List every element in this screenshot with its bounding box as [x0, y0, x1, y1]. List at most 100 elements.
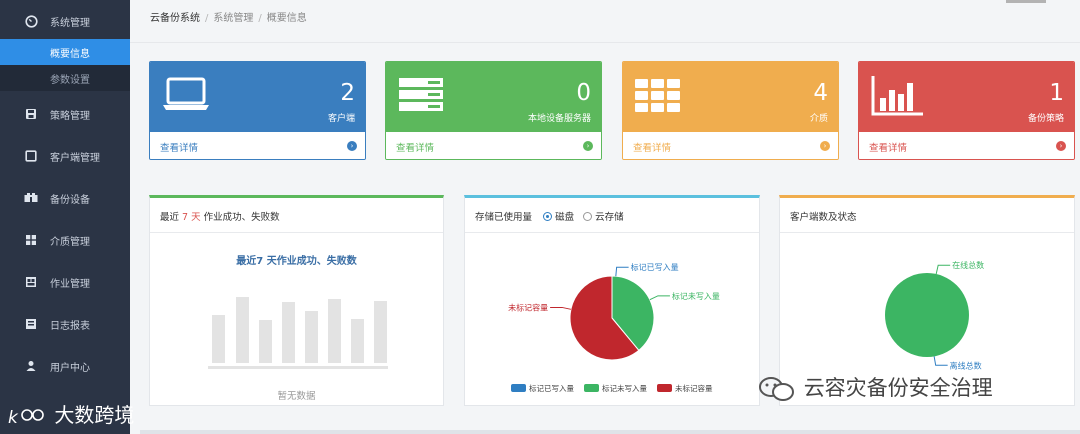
storage-pie-chart: 标记已写入量标记未写入量未标记容量标记已写入量 标记未写入量 未标记容量 — [508, 262, 720, 393]
sidebar-item-system[interactable]: 系统管理 — [0, 0, 130, 42]
panel-storage-usage: 存储已使用量 磁盘 云存储 标记已写入量 标记未写入量 未标记容量 标记已写入量 标记未… — [464, 195, 760, 406]
sidebar-item-backup-devices[interactable]: 备份设备 — [0, 177, 130, 219]
stat-card-policies[interactable]: 1 备份策略 查看详情 › — [858, 61, 1075, 160]
sidebar-subitem-overview[interactable]: 概要信息 — [0, 39, 130, 65]
view-details-link[interactable]: 查看详情 — [869, 140, 907, 154]
card-footer[interactable]: 查看详情 › — [623, 132, 838, 159]
view-details-link[interactable]: 查看详情 — [396, 140, 434, 154]
dashboard-icon — [24, 14, 38, 28]
arrow-right-icon: › — [1056, 141, 1066, 151]
card-footer[interactable]: 查看详情 › — [386, 132, 601, 159]
pie-label: 离线总数 — [950, 360, 982, 370]
panel-recent-jobs: 最近 7 天 作业成功、失败数 最近7 天作业成功、失败数 暂无数据 — [149, 195, 444, 406]
radio-cloud-label[interactable]: 云存储 — [595, 212, 624, 223]
sidebar-item-clients[interactable]: 客户端管理 — [0, 135, 130, 177]
breadcrumb: 云备份系统 / 系统管理 / 概要信息 — [150, 13, 307, 24]
card-footer[interactable]: 查看详情 › — [150, 132, 365, 159]
radio-disk[interactable] — [543, 212, 553, 221]
panel-title: 最近 7 天 作业成功、失败数 — [160, 212, 280, 223]
view-details-link[interactable]: 查看详情 — [633, 140, 671, 154]
radio-disk-label[interactable]: 磁盘 — [555, 212, 574, 223]
sidebar-item-label: 备份设备 — [50, 194, 90, 206]
legend-label[interactable]: 标记已写入量 — [529, 383, 574, 393]
view-details-link[interactable]: 查看详情 — [160, 140, 198, 154]
legend-label[interactable]: 未标记容量 — [675, 383, 713, 393]
logo-icon: k — [8, 408, 44, 428]
watermark-left-text: 大数跨境 — [54, 403, 135, 427]
wechat-icon — [759, 377, 794, 401]
stat-card-servers[interactable]: 0 本地设备服务器 查看详情 › — [385, 61, 602, 160]
server-icon — [399, 78, 443, 111]
sidebar-item-label: 日志报表 — [50, 320, 90, 332]
radio-cloud[interactable] — [583, 212, 593, 221]
sidebar-subitem-label: 参数设置 — [50, 74, 90, 86]
card-caption: 介质 — [809, 114, 828, 124]
breadcrumb-section[interactable]: 系统管理 — [213, 13, 253, 24]
card-caption: 本地设备服务器 — [527, 114, 591, 124]
legend-label[interactable]: 标记未写入量 — [602, 383, 647, 393]
days-highlight: 7 天 — [182, 212, 201, 223]
legend-swatch[interactable] — [511, 384, 526, 392]
empty-text: 暂无数据 — [277, 391, 316, 402]
arrow-right-icon: › — [820, 141, 830, 151]
laptop-icon — [163, 77, 209, 110]
label-leader-line — [615, 266, 629, 277]
sidebar-item-jobs[interactable]: 作业管理 — [0, 261, 130, 303]
card-count: 2 — [340, 80, 355, 106]
card-footer[interactable]: 查看详情 › — [859, 132, 1074, 159]
watermark-right-text: 云容灾备份安全治理 — [803, 376, 993, 400]
card-count: 4 — [813, 80, 828, 106]
label-leader-line — [550, 306, 572, 310]
sidebar-subitem-label: 概要信息 — [50, 48, 90, 60]
monitor-icon — [24, 149, 38, 163]
sidebar-item-label: 用户中心 — [50, 362, 90, 374]
barchart-icon — [871, 76, 923, 116]
stat-card-clients[interactable]: 2 客户端 查看详情 › — [149, 61, 366, 160]
legend-swatch[interactable] — [584, 384, 599, 392]
sidebar-item-users[interactable]: 用户中心 — [0, 345, 130, 387]
app-root: 系统管理 概要信息 参数设置 策略管理 客户端管理 备份设备 介质管理 作业管理… — [0, 0, 1080, 434]
pie-slice[interactable] — [885, 273, 969, 357]
user-icon — [24, 359, 38, 373]
svg-text:k: k — [8, 408, 19, 428]
sidebar-item-media[interactable]: 介质管理 — [0, 219, 130, 261]
sidebar-item-logs[interactable]: 日志报表 — [0, 303, 130, 345]
pie-label: 未标记容量 — [508, 302, 548, 312]
empty-bar-placeholder — [208, 297, 388, 369]
bottom-scroll-bar — [140, 430, 1080, 434]
sidebar-item-label: 客户端管理 — [50, 152, 100, 164]
arrow-right-icon: › — [583, 141, 593, 151]
floppy-icon — [24, 107, 38, 121]
pie-label: 标记已写入量 — [631, 262, 679, 272]
sidebar-item-policy[interactable]: 策略管理 — [0, 93, 130, 135]
legend-swatch[interactable] — [657, 384, 672, 392]
panel-title: 客户端数及状态 — [790, 212, 857, 223]
label-leader-line — [649, 295, 670, 301]
grid-icon — [24, 233, 38, 247]
sidebar-subitem-params[interactable]: 参数设置 — [0, 65, 130, 91]
card-band: 4 介质 — [623, 62, 838, 132]
calendar-icon — [24, 275, 38, 289]
pie-label: 标记未写入量 — [672, 291, 720, 301]
top-scroll-indicator — [1006, 0, 1046, 3]
breadcrumb-root[interactable]: 云备份系统 — [150, 13, 200, 24]
card-count: 0 — [576, 80, 591, 106]
card-caption: 备份策略 — [1027, 114, 1064, 124]
breadcrumb-current: 概要信息 — [266, 13, 307, 24]
header-divider — [130, 42, 1080, 43]
card-caption: 客户端 — [327, 114, 355, 124]
stat-card-media[interactable]: 4 介质 查看详情 › — [622, 61, 839, 160]
sidebar-item-label: 策略管理 — [50, 110, 90, 122]
sidebar-item-label: 介质管理 — [50, 236, 90, 248]
arrow-right-icon: › — [347, 141, 357, 151]
label-leader-line — [933, 356, 948, 366]
sidebar-item-label: 系统管理 — [50, 17, 90, 29]
card-band: 1 备份策略 — [859, 62, 1074, 132]
sidebar-item-label: 作业管理 — [50, 278, 90, 290]
card-band: 2 客户端 — [150, 62, 365, 132]
watermark-left: k 大数跨境 — [8, 399, 134, 429]
panel-divider — [150, 232, 443, 233]
panel-title: 存储已使用量 磁盘 云存储 — [475, 212, 624, 223]
card-count: 1 — [1049, 80, 1064, 106]
chart-title: 最近7 天作业成功、失败数 — [236, 256, 357, 267]
